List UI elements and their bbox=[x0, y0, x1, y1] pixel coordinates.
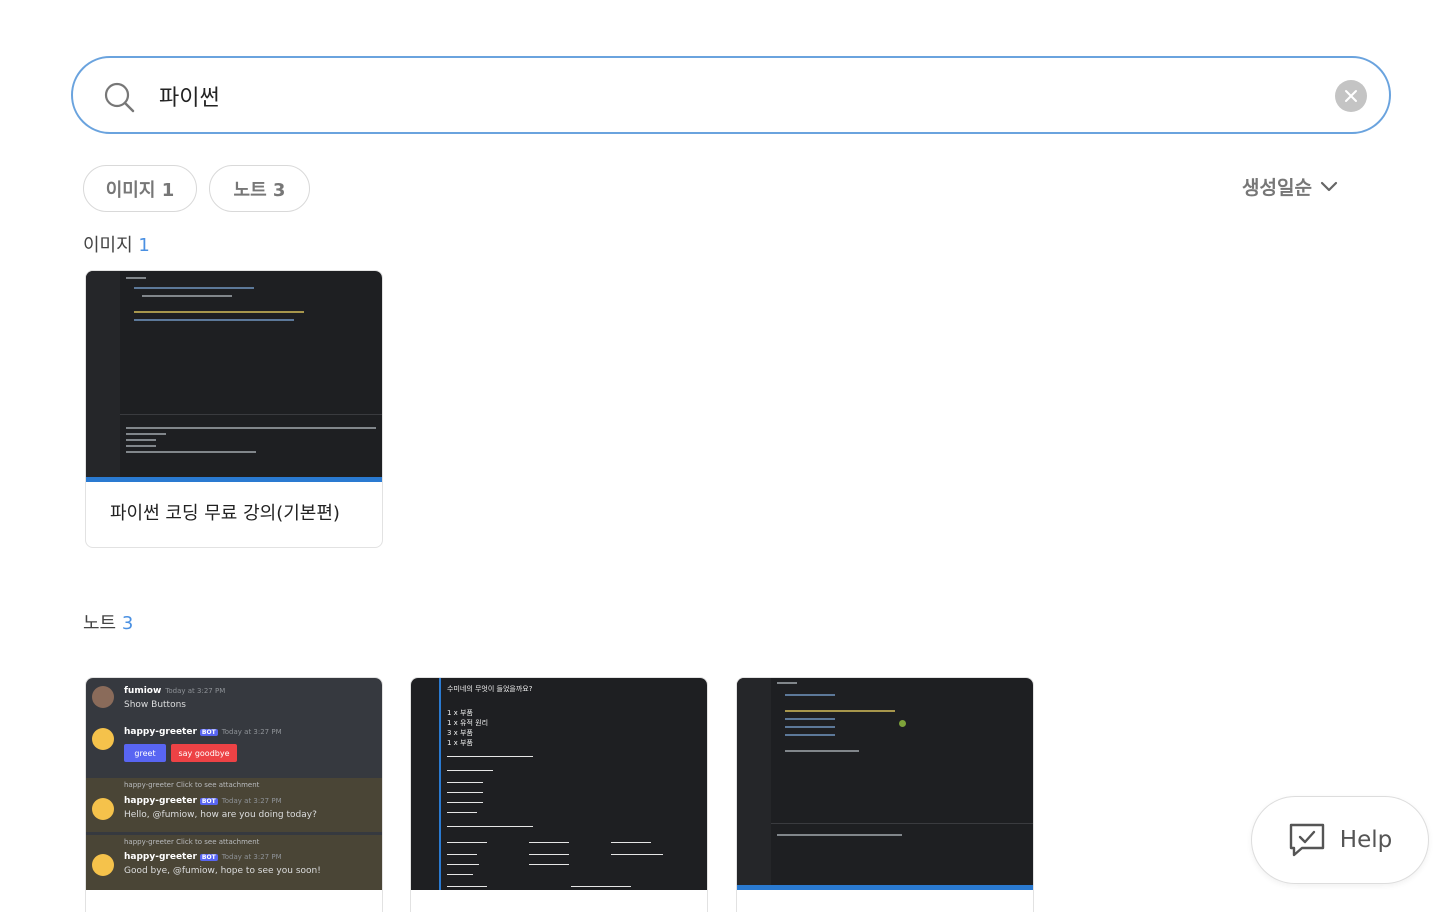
notes-section-title: 노트 3 bbox=[83, 609, 133, 635]
clear-search-button[interactable] bbox=[1335, 80, 1367, 112]
close-icon bbox=[1345, 90, 1357, 102]
image-card-title: 파이썬 코딩 무료 강의(기본편) bbox=[110, 503, 340, 524]
note-card[interactable]: 수미네의 무엇이 들었을까요? 1 x 부품 1 x 유적 원리 3 x 부품 … bbox=[410, 677, 708, 912]
avatar bbox=[92, 798, 114, 820]
note-thumbnail-discord: fumiow Today at 3:27 PM Show Buttons happ… bbox=[86, 678, 382, 890]
note-thumbnail-code bbox=[737, 678, 1033, 890]
chevron-down-icon bbox=[1320, 181, 1338, 191]
images-section-count: 1 bbox=[138, 235, 150, 256]
sort-dropdown[interactable]: 생성일순 bbox=[1242, 173, 1338, 200]
search-icon bbox=[104, 82, 135, 113]
avatar bbox=[92, 854, 114, 876]
chat-check-icon bbox=[1289, 823, 1324, 857]
image-card[interactable]: 파이썬 코딩 무료 강의(기본편) bbox=[85, 270, 383, 548]
notes-section-label: 노트 bbox=[83, 613, 117, 634]
note-card[interactable] bbox=[736, 677, 1034, 912]
help-label: Help bbox=[1339, 827, 1393, 853]
help-button[interactable]: Help bbox=[1251, 796, 1429, 884]
search-bar[interactable] bbox=[71, 56, 1391, 134]
image-thumbnail bbox=[86, 271, 382, 482]
note-card[interactable]: fumiow Today at 3:27 PM Show Buttons happ… bbox=[85, 677, 383, 912]
filter-notes-chip[interactable]: 노트 3 bbox=[209, 165, 310, 212]
search-page: 이미지 1 노트 3 생성일순 이미지 1 파이썬 코딩 무료 강의(기본편) bbox=[0, 0, 1448, 912]
avatar bbox=[92, 728, 114, 750]
filter-images-chip[interactable]: 이미지 1 bbox=[83, 165, 197, 212]
sort-label: 생성일순 bbox=[1242, 177, 1312, 199]
images-section-title: 이미지 1 bbox=[83, 231, 150, 257]
search-input[interactable] bbox=[159, 76, 1309, 116]
note-thumbnail-text: 수미네의 무엇이 들었을까요? 1 x 부품 1 x 유적 원리 3 x 부품 … bbox=[411, 678, 707, 890]
images-section-label: 이미지 bbox=[83, 235, 133, 256]
notes-section-count: 3 bbox=[121, 613, 134, 634]
avatar bbox=[92, 686, 114, 708]
